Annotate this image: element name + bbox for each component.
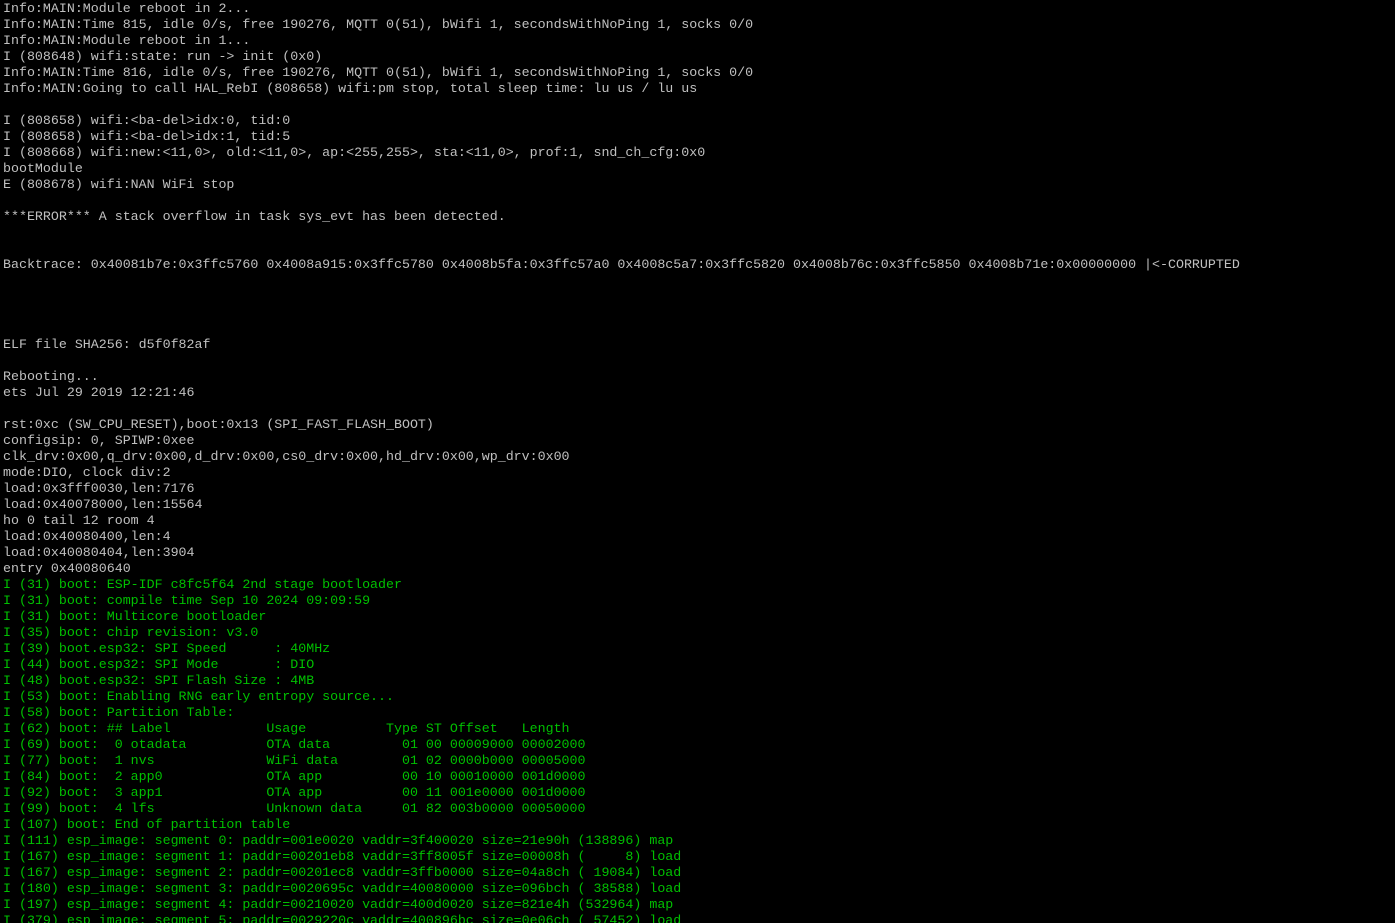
- terminal-line: Backtrace: 0x40081b7e:0x3ffc5760 0x4008a…: [3, 257, 1240, 272]
- terminal-line: I (107) boot: End of partition table: [3, 817, 291, 832]
- terminal-line: I (77) boot: 1 nvs WiFi data 01 02 0000b…: [3, 753, 586, 768]
- terminal-line: load:0x40080400,len:4: [3, 529, 171, 544]
- terminal-line: load:0x40078000,len:15564: [3, 497, 203, 512]
- terminal-line: I (197) esp_image: segment 4: paddr=0021…: [3, 897, 674, 912]
- terminal-line: rst:0xc (SW_CPU_RESET),boot:0x13 (SPI_FA…: [3, 417, 434, 432]
- terminal-line: I (39) boot.esp32: SPI Speed : 40MHz: [3, 641, 331, 656]
- terminal-line: I (44) boot.esp32: SPI Mode : DIO: [3, 657, 315, 672]
- terminal-line: I (808658) wifi:<ba-del>idx:0, tid:0: [3, 113, 291, 128]
- terminal-line: ho 0 tail 12 room 4: [3, 513, 155, 528]
- terminal-line: Info:MAIN:Module reboot in 2...: [3, 1, 251, 16]
- terminal-line: I (31) boot: ESP-IDF c8fc5f64 2nd stage …: [3, 577, 402, 592]
- terminal-line: I (808668) wifi:new:<11,0>, old:<11,0>, …: [3, 145, 706, 160]
- terminal-line: Rebooting...: [3, 369, 99, 384]
- terminal-line: load:0x40080404,len:3904: [3, 545, 195, 560]
- terminal-line: I (31) boot: compile time Sep 10 2024 09…: [3, 593, 371, 608]
- terminal-line: E (808678) wifi:NAN WiFi stop: [3, 177, 235, 192]
- terminal-line: I (99) boot: 4 lfs Unknown data 01 82 00…: [3, 801, 586, 816]
- terminal-line: I (167) esp_image: segment 1: paddr=0020…: [3, 849, 682, 864]
- terminal-line: I (62) boot: ## Label Usage Type ST Offs…: [3, 721, 570, 736]
- terminal-line: I (180) esp_image: segment 3: paddr=0020…: [3, 881, 682, 896]
- terminal-line: Info:MAIN:Time 815, idle 0/s, free 19027…: [3, 17, 754, 32]
- terminal-line: configsip: 0, SPIWP:0xee: [3, 433, 195, 448]
- terminal-line: clk_drv:0x00,q_drv:0x00,d_drv:0x00,cs0_d…: [3, 449, 570, 464]
- terminal-line: entry 0x40080640: [3, 561, 131, 576]
- terminal-line: I (92) boot: 3 app1 OTA app 00 11 001e00…: [3, 785, 586, 800]
- terminal-line: I (111) esp_image: segment 0: paddr=001e…: [3, 833, 674, 848]
- terminal-line: I (84) boot: 2 app0 OTA app 00 10 000100…: [3, 769, 586, 784]
- terminal-line: Info:MAIN:Module reboot in 1...: [3, 33, 251, 48]
- terminal-line: I (48) boot.esp32: SPI Flash Size : 4MB: [3, 673, 315, 688]
- serial-terminal-window[interactable]: Info:MAIN:Module reboot in 2... Info:MAIN…: [0, 0, 1395, 923]
- terminal-line: I (167) esp_image: segment 2: paddr=0020…: [3, 865, 682, 880]
- terminal-line: ELF file SHA256: d5f0f82af: [3, 337, 211, 352]
- terminal-line: I (379) esp_image: segment 5: paddr=0029…: [3, 913, 682, 923]
- terminal-line: I (69) boot: 0 otadata OTA data 01 00 00…: [3, 737, 586, 752]
- terminal-line: I (31) boot: Multicore bootloader: [3, 609, 267, 624]
- terminal-line: ***ERROR*** A stack overflow in task sys…: [3, 209, 506, 224]
- terminal-line: ets Jul 29 2019 12:21:46: [3, 385, 195, 400]
- terminal-line: bootModule: [3, 161, 83, 176]
- terminal-line: Info:MAIN:Time 816, idle 0/s, free 19027…: [3, 65, 754, 80]
- terminal-line: I (35) boot: chip revision: v3.0: [3, 625, 259, 640]
- terminal-line: mode:DIO, clock div:2: [3, 465, 171, 480]
- terminal-output: Info:MAIN:Module reboot in 2... Info:MAIN…: [0, 0, 1395, 923]
- terminal-line: I (58) boot: Partition Table:: [3, 705, 235, 720]
- terminal-line: I (53) boot: Enabling RNG early entropy …: [3, 689, 394, 704]
- terminal-line: I (808658) wifi:<ba-del>idx:1, tid:5: [3, 129, 291, 144]
- terminal-line: load:0x3fff0030,len:7176: [3, 481, 195, 496]
- terminal-line: I (808648) wifi:state: run -> init (0x0): [3, 49, 323, 64]
- terminal-line: Info:MAIN:Going to call HAL_RebI (808658…: [3, 81, 698, 96]
